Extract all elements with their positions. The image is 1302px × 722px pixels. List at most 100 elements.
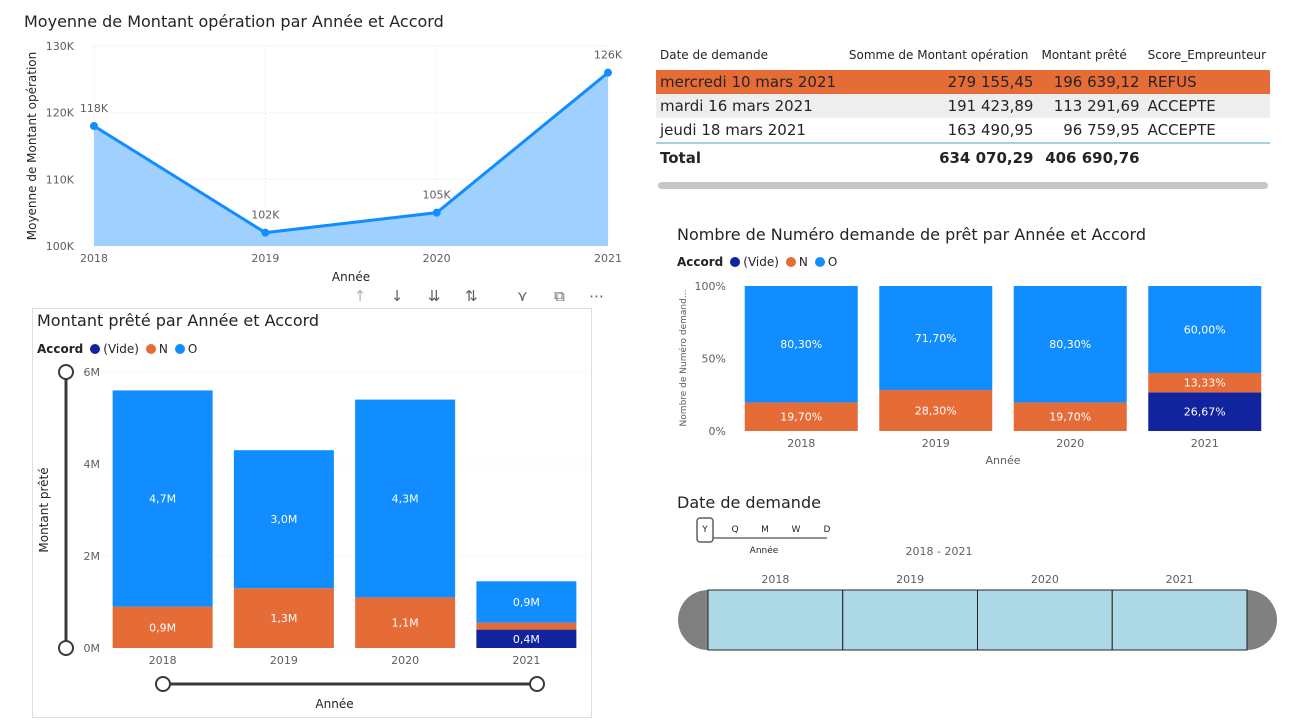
timeline-period-label: 2018 bbox=[761, 573, 789, 586]
y-axis-title: Nombre de Numéro demand... bbox=[678, 290, 689, 427]
legend-marker bbox=[730, 257, 741, 267]
total-label: Total bbox=[660, 149, 701, 167]
legend-marker bbox=[90, 344, 101, 354]
x-axis-title: Année bbox=[332, 270, 370, 284]
table-row[interactable]: mardi 16 mars 2021 191 423,89 113 291,69… bbox=[656, 94, 1270, 118]
timeline-left-handle[interactable] bbox=[678, 590, 708, 650]
visual-header-toolbar: ↑ ↓ ⇊ ⇅ ⋎ ⧉ ⋯ bbox=[344, 286, 613, 305]
col-header-date[interactable]: Date de demande bbox=[656, 40, 845, 70]
legend-item-n[interactable]: N bbox=[145, 342, 168, 356]
table-row[interactable]: mercredi 10 mars 2021 279 155,45 196 639… bbox=[656, 70, 1270, 94]
data-label: 1,1M bbox=[392, 617, 419, 630]
data-label: 26,67% bbox=[1184, 406, 1226, 419]
expand-hierarchy-icon[interactable]: ⇅ bbox=[455, 287, 487, 305]
y-tick-label: 130K bbox=[46, 40, 75, 53]
legend-item-o[interactable]: O bbox=[174, 342, 197, 356]
slider-handle[interactable] bbox=[58, 364, 74, 380]
matrix-scrollbar[interactable] bbox=[658, 182, 1268, 189]
y-tick-label: 100% bbox=[695, 280, 726, 293]
granularity-option[interactable]: W bbox=[792, 525, 801, 535]
y-axis-title: Montant prêté bbox=[37, 467, 51, 552]
col-header-score[interactable]: Score_Empreunteur bbox=[1144, 40, 1270, 70]
bar-chart-title: Montant prêté par Année et Accord bbox=[37, 311, 320, 330]
data-label: 1,3M bbox=[270, 612, 297, 625]
granularity-option[interactable]: Y bbox=[701, 525, 708, 535]
legend-title: Accord bbox=[677, 255, 724, 269]
legend-item-n[interactable]: N bbox=[785, 255, 808, 269]
focus-mode-icon[interactable]: ⧉ bbox=[543, 287, 575, 305]
more-options-icon[interactable]: ⋯ bbox=[581, 287, 613, 305]
data-label: 105K bbox=[423, 189, 452, 202]
data-point[interactable] bbox=[604, 68, 612, 77]
bar-chart-legend: Accord (Vide) N O bbox=[37, 342, 201, 356]
x-axis-title: Année bbox=[315, 697, 353, 711]
data-label: 80,30% bbox=[1049, 338, 1091, 351]
cell-score: REFUS bbox=[1147, 73, 1197, 91]
timeline-period[interactable] bbox=[842, 589, 978, 651]
data-label: 28,30% bbox=[915, 404, 957, 417]
x-axis-title: Année bbox=[985, 454, 1020, 467]
total-prete: 406 690,76 bbox=[1045, 149, 1140, 167]
data-label: 0,9M bbox=[513, 596, 540, 609]
cell-somme: 163 490,95 bbox=[947, 121, 1034, 139]
x-tick-label: 2020 bbox=[391, 654, 419, 667]
timeline-period[interactable] bbox=[707, 589, 844, 651]
y-tick-label: 0M bbox=[84, 642, 101, 655]
drill-down-icon[interactable]: ↓ bbox=[381, 287, 413, 305]
x-tick-label: 2021 bbox=[594, 252, 622, 265]
y-tick-label: 6M bbox=[84, 366, 101, 379]
granularity-label: Année bbox=[750, 545, 779, 556]
expand-all-icon[interactable]: ⇊ bbox=[418, 287, 450, 305]
data-label: 4,7M bbox=[149, 493, 176, 506]
line-chart-title: Moyenne de Montant opération par Année e… bbox=[24, 12, 444, 31]
data-point[interactable] bbox=[90, 122, 98, 130]
x-tick-label: 2020 bbox=[1056, 437, 1084, 450]
cell-date: mercredi 10 mars 2021 bbox=[660, 73, 837, 91]
data-label: 102K bbox=[251, 209, 280, 222]
timeline-period[interactable] bbox=[977, 589, 1113, 651]
total-row: Total 634 070,29 406 690,76 bbox=[656, 143, 1270, 172]
data-label: 118K bbox=[80, 102, 109, 115]
total-somme: 634 070,29 bbox=[939, 149, 1034, 167]
timeline-right-handle[interactable] bbox=[1247, 590, 1277, 650]
timeline-period-label: 2020 bbox=[1031, 573, 1059, 586]
cell-somme: 191 423,89 bbox=[947, 97, 1034, 115]
pct-chart-legend: Accord (Vide) N O bbox=[677, 255, 841, 269]
data-label: 13,33% bbox=[1184, 377, 1226, 390]
granularity-option[interactable]: D bbox=[824, 525, 831, 535]
legend-item-vide[interactable]: (Vide) bbox=[90, 342, 139, 356]
table-row[interactable]: jeudi 18 mars 2021 163 490,95 96 759,95 … bbox=[656, 118, 1270, 143]
x-tick-label: 2020 bbox=[423, 252, 451, 265]
legend-item-o[interactable]: O bbox=[814, 255, 837, 269]
drill-up-icon[interactable]: ↑ bbox=[344, 287, 376, 305]
slider-handle[interactable] bbox=[529, 676, 545, 692]
timeline-slicer[interactable]: Y Q M W D Année 2018 - 2021 2018 2019 2020 2021 bbox=[672, 515, 1282, 655]
timeline-period[interactable] bbox=[1111, 589, 1248, 651]
timeline-period-label: 2019 bbox=[896, 573, 924, 586]
cell-date: mardi 16 mars 2021 bbox=[660, 97, 813, 115]
cell-prete: 196 639,12 bbox=[1053, 73, 1140, 91]
data-label: 19,70% bbox=[780, 411, 822, 424]
data-label: 126K bbox=[594, 49, 623, 62]
legend-item-vide[interactable]: (Vide) bbox=[730, 255, 779, 269]
data-label: 0,9M bbox=[149, 621, 176, 634]
granularity-option[interactable]: M bbox=[761, 525, 769, 535]
x-tick-label: 2018 bbox=[787, 437, 815, 450]
timeline-period-label: 2021 bbox=[1166, 573, 1194, 586]
y-tick-label: 2M bbox=[84, 550, 101, 563]
area-fill bbox=[94, 72, 608, 246]
pct-chart-title: Nombre de Numéro demande de prêt par Ann… bbox=[677, 225, 1146, 244]
col-header-prete[interactable]: Montant prêté bbox=[1037, 40, 1143, 70]
data-point[interactable] bbox=[432, 208, 441, 217]
data-point[interactable] bbox=[261, 228, 270, 237]
bar-segment[interactable] bbox=[476, 622, 577, 630]
y-tick-label: 120K bbox=[46, 107, 75, 120]
filter-icon[interactable]: ⋎ bbox=[506, 287, 538, 305]
col-header-somme[interactable]: Somme de Montant opération bbox=[845, 40, 1038, 70]
cell-date: jeudi 18 mars 2021 bbox=[660, 121, 806, 139]
legend-marker bbox=[174, 344, 185, 354]
slider-handle[interactable] bbox=[58, 640, 74, 656]
granularity-option[interactable]: Q bbox=[731, 525, 738, 535]
legend-marker bbox=[785, 257, 796, 267]
slider-handle[interactable] bbox=[155, 676, 171, 692]
